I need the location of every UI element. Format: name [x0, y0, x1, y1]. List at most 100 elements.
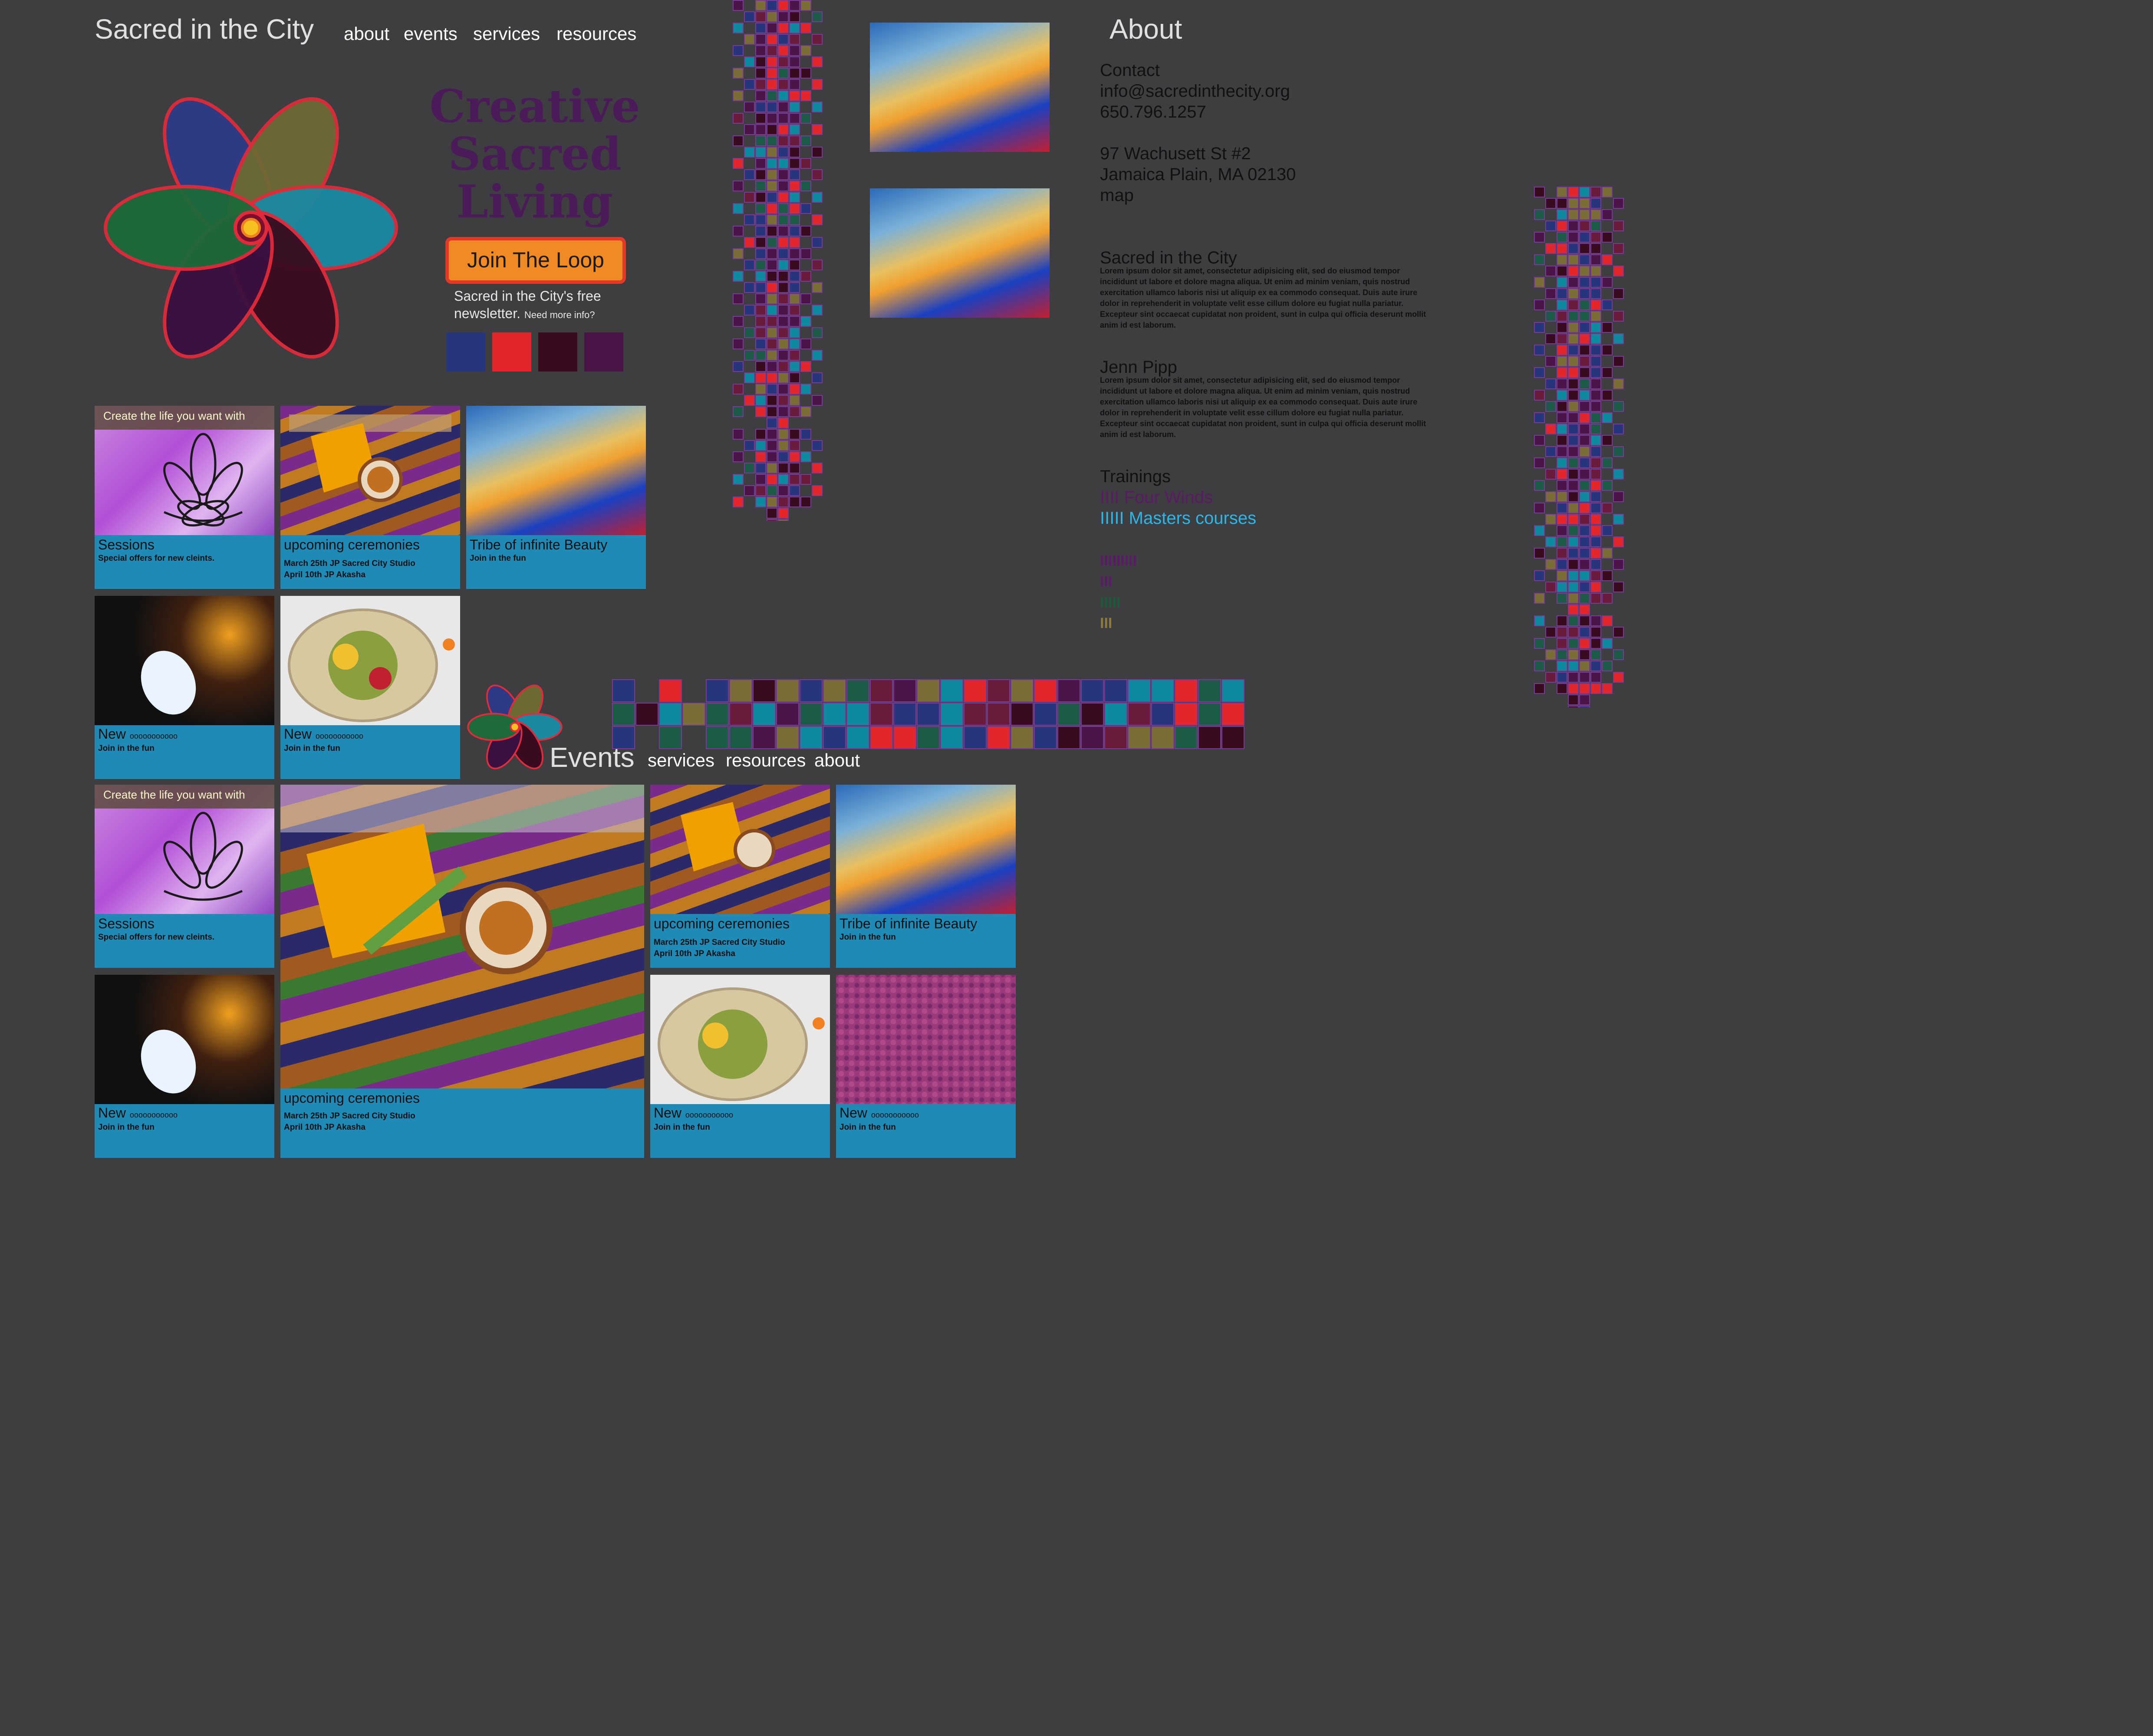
big-altar-icon	[280, 785, 644, 974]
events-card-new-2[interactable]: New ooooooooooo Join in the fun	[650, 975, 830, 1158]
map-link[interactable]: map	[1100, 185, 1296, 206]
pixel-tile	[1579, 480, 1590, 491]
pixel-tile	[1534, 503, 1545, 513]
nav-about[interactable]: about	[344, 23, 389, 44]
pixel-tile	[1568, 469, 1579, 480]
card-new-1[interactable]: New ooooooooooo Join in the fun	[95, 596, 274, 779]
address-line-2: Jamaica Plain, MA 02130	[1100, 165, 1296, 184]
sky-thumbnail-1[interactable]	[870, 23, 1050, 152]
tribe-sub: Join in the fun	[470, 554, 526, 563]
pixel-tile	[1579, 649, 1590, 660]
pixel-tile	[778, 113, 789, 124]
pixel-tile	[1545, 491, 1556, 502]
pixel-tile	[1034, 703, 1057, 726]
pixel-tile	[744, 327, 755, 338]
card-new-2[interactable]: New ooooooooooo Join in the fun	[280, 596, 460, 779]
events-tribe-image	[836, 785, 1016, 914]
pixel-tile	[778, 203, 789, 214]
events-ceremonies-title: upcoming ceremonies	[654, 916, 790, 931]
events-card-new-3[interactable]: New ooooooooooo Join in the fun	[836, 975, 1016, 1158]
events-offering-plate-icon	[658, 987, 825, 1101]
pixel-tile	[800, 429, 811, 440]
events-card-ceremonies[interactable]: upcoming ceremonies March 25th JP Sacred…	[650, 785, 830, 968]
pixel-tile	[812, 282, 823, 293]
events-card-sessions[interactable]: Create the life you want with Sessions S…	[95, 785, 274, 968]
events-nav-services[interactable]: services	[648, 750, 714, 771]
events-card-tribe[interactable]: Tribe of infinite Beauty Join in the fun	[836, 785, 1016, 968]
altar-icon	[289, 414, 451, 502]
card-ceremonies[interactable]: upcoming ceremonies March 25th JP Sacred…	[280, 406, 460, 589]
big-ceremonies-line-1: March 25th JP Sacred City Studio	[284, 1111, 415, 1121]
swatch-maroon[interactable]	[538, 332, 577, 372]
card-sessions[interactable]: Create the life you want with Sessions S…	[95, 406, 274, 589]
need-more-info-link[interactable]: Need more info?	[524, 309, 595, 320]
training-masters-link[interactable]: IIIII Masters courses	[1100, 508, 1256, 529]
pixel-tile	[733, 496, 744, 507]
events-nav-resources[interactable]: resources	[726, 750, 806, 771]
ceremonies-line-1: March 25th JP Sacred City Studio	[284, 559, 415, 568]
pixel-tile	[1568, 435, 1579, 446]
pixel-tile	[893, 726, 916, 749]
events-card-new-1[interactable]: New ooooooooooo Join in the fun	[95, 975, 274, 1158]
pixel-tile	[1568, 593, 1579, 604]
pixel-tile	[1557, 277, 1567, 288]
pixel-tile	[767, 327, 777, 338]
swatch-red[interactable]	[492, 332, 531, 372]
pixel-tile	[755, 463, 766, 473]
pixel-tile	[755, 429, 766, 440]
pixel-tile	[1545, 559, 1556, 570]
pixel-tile	[789, 0, 800, 11]
pixel-tile	[1557, 311, 1567, 322]
pixel-tile	[767, 316, 777, 327]
pixel-tile	[733, 45, 744, 56]
pixel-tile	[1568, 536, 1579, 547]
pixel-tile	[870, 726, 893, 749]
pixel-tile	[1579, 672, 1590, 683]
pixel-tile	[1568, 638, 1579, 649]
pixel-tile	[789, 248, 800, 259]
nav-services[interactable]: services	[473, 23, 540, 44]
pixel-tile	[767, 45, 777, 56]
sky-thumbnail-2[interactable]	[870, 188, 1050, 318]
site-title[interactable]: Sacred in the City	[95, 13, 314, 45]
pixel-tile	[1568, 525, 1579, 536]
pixel-tile	[800, 726, 823, 749]
pixel-tile	[1579, 661, 1590, 671]
card-tribe[interactable]: Tribe of infinite Beauty Join in the fun	[466, 406, 646, 589]
swatch-purple[interactable]	[584, 332, 623, 372]
pixel-tile	[1545, 401, 1556, 412]
contact-email-link[interactable]: info@sacredinthecity.org	[1100, 81, 1296, 102]
pixel-tile	[1590, 457, 1601, 468]
pixel-tile	[1534, 299, 1545, 310]
pixel-tile	[1011, 726, 1034, 749]
join-the-loop-button[interactable]: Join The Loop	[445, 237, 626, 284]
pixel-tile	[1057, 703, 1080, 726]
swatch-blue[interactable]	[446, 332, 485, 372]
pixel-tile	[1590, 288, 1601, 299]
nav-events[interactable]: events	[404, 23, 458, 44]
pixel-tile	[1568, 661, 1579, 671]
pixel-tile	[778, 90, 789, 101]
sessions-image: Create the life you want with	[95, 406, 274, 535]
pixel-tile	[778, 226, 789, 237]
pixel-tile	[1579, 615, 1590, 626]
pixel-tile	[800, 293, 811, 304]
pixel-tile	[1568, 198, 1579, 209]
pixel-tile	[755, 485, 766, 496]
new-1-sub: Join in the fun	[98, 744, 155, 753]
events-new-1-sub: Join in the fun	[98, 1123, 155, 1132]
pixel-tile	[1128, 679, 1151, 702]
nav-resources[interactable]: resources	[556, 23, 636, 44]
pixel-tile	[733, 0, 744, 11]
pixel-tile	[733, 68, 744, 79]
pixel-tile	[1590, 661, 1601, 671]
pixel-tile	[1590, 683, 1601, 694]
events-nav-about[interactable]: about	[814, 750, 860, 771]
pixel-tile	[755, 361, 766, 372]
events-card-big-ceremonies[interactable]: upcoming ceremonies March 25th JP Sacred…	[280, 785, 644, 1158]
pixel-tile	[1590, 627, 1601, 638]
pixel-tile	[1590, 435, 1601, 446]
training-four-winds-link[interactable]: IIII Four Winds	[1100, 487, 1213, 508]
pixel-tile	[778, 23, 789, 33]
pixel-tile	[755, 496, 766, 507]
